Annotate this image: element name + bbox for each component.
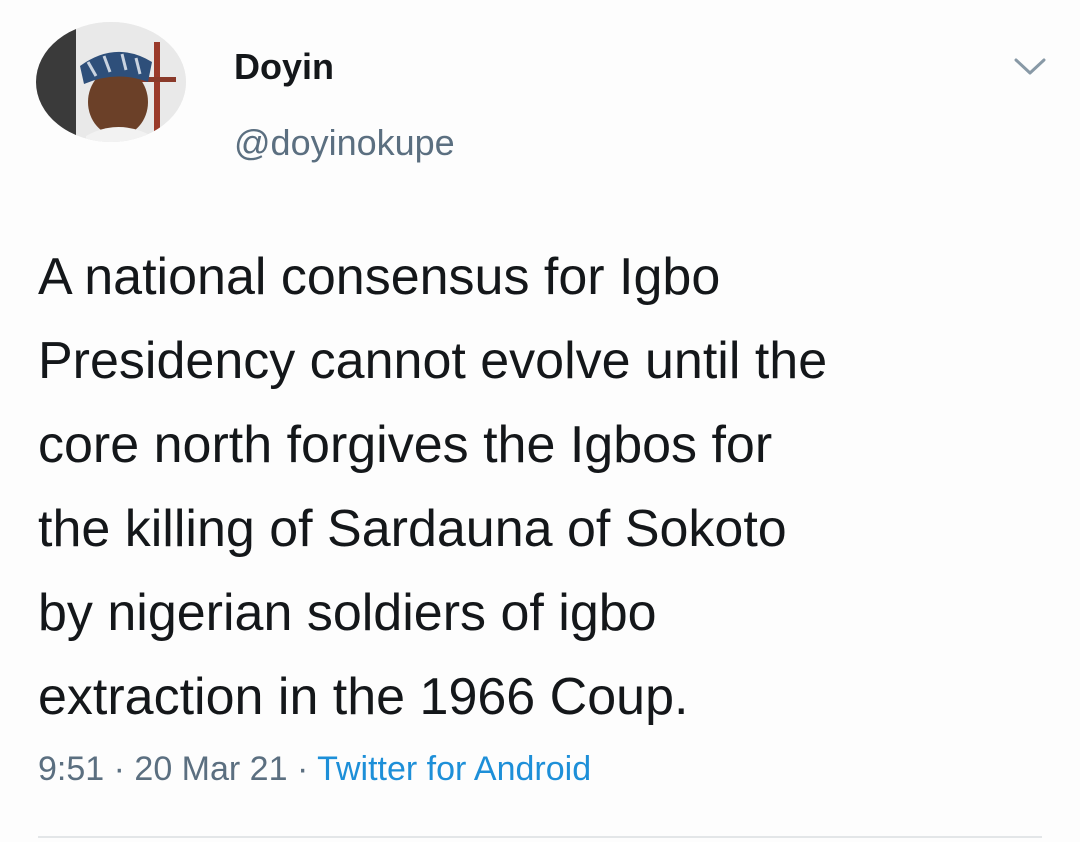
meta-separator: ·: [287, 750, 318, 788]
tweet-time[interactable]: 9:51: [38, 750, 104, 788]
chevron-down-icon[interactable]: [1012, 54, 1048, 78]
tweet-text: A national consensus for Igbo Presidency…: [38, 248, 828, 726]
display-name[interactable]: Doyin: [234, 46, 334, 88]
tweet-metadata: 9:51 · 20 Mar 21 · Twitter for Android: [38, 750, 591, 789]
tweet-card: Doyin @doyinokupe A national consensus f…: [0, 0, 1080, 842]
avatar[interactable]: [36, 22, 186, 142]
user-handle[interactable]: @doyinokupe: [234, 122, 455, 164]
divider: [38, 836, 1042, 838]
meta-separator: ·: [104, 750, 135, 788]
tweet-date[interactable]: 20 Mar 21: [134, 750, 287, 788]
avatar-image: [36, 22, 186, 142]
tweet-source-link[interactable]: Twitter for Android: [317, 750, 591, 788]
